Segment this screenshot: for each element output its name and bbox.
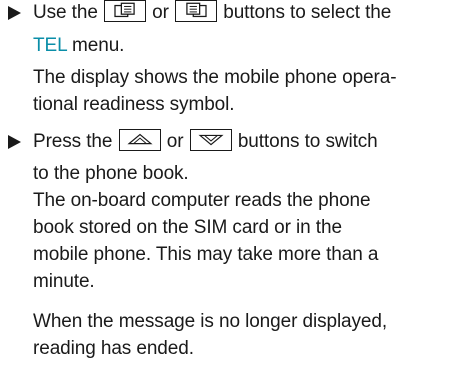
step-1-instruction-cont: TEL menu. [33, 33, 124, 59]
menu-back-icon [103, 0, 146, 22]
up-arrow-icon [118, 128, 161, 151]
step-1-result-line-1: The display shows the mobile phone opera… [33, 67, 397, 88]
tel-menu-name: TEL [33, 35, 67, 56]
down-arrow-icon-graphic [198, 134, 224, 146]
down-arrow-icon [189, 128, 232, 151]
bullet-arrow-icon [8, 6, 21, 20]
menu-forward-icon-graphic [186, 2, 207, 18]
menu-forward-icon [175, 0, 218, 22]
note-line-1: When the message is no longer displayed, [33, 311, 388, 332]
step-1-or: or [152, 2, 169, 23]
step-2-lead-end: buttons to switch [237, 131, 378, 152]
step-1-instruction: Use the or buttons to select the [33, 0, 391, 26]
step-1-menu-suffix: menu. [72, 35, 125, 56]
step-2-result-line-4: minute. [33, 271, 95, 292]
up-arrow-icon-graphic [127, 133, 153, 145]
step-1-lead-end: buttons to select the [223, 2, 392, 23]
bullet-arrow-icon [8, 135, 21, 149]
step-2-result-line-3: mobile phone. This may take more than a [33, 244, 379, 265]
step-2-result-line-1: The on-board computer reads the phone [33, 190, 371, 211]
menu-back-icon-graphic [114, 2, 135, 18]
instruction-page: Use the or buttons to select the TEL men [0, 0, 464, 371]
step-1-lead: Use the [33, 2, 98, 23]
step-1-result-line-2: tional readiness symbol. [33, 94, 235, 115]
step-2-or: or [166, 131, 184, 152]
step-2-lead: Press the [33, 131, 113, 152]
step-2-result-line-2: book stored on the SIM card or in the [33, 217, 342, 238]
step-2-instruction: Press the or buttons to switch [33, 128, 378, 155]
step-2-instruction-cont: to the phone book. [33, 163, 189, 184]
note-line-2: reading has ended. [33, 338, 194, 359]
